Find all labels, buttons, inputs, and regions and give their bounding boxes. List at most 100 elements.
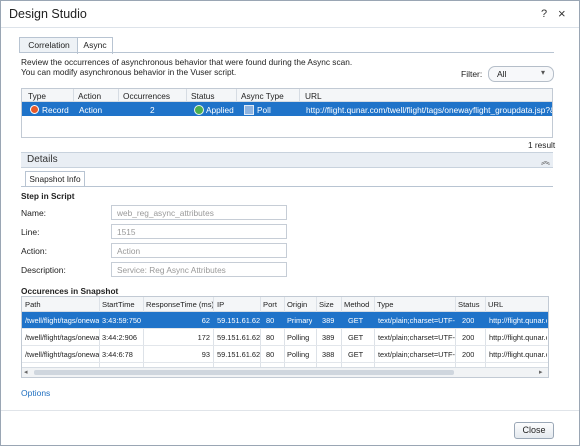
cell-type: text/plain;charset=UTF-8 <box>378 350 455 359</box>
cell-method: GET <box>348 316 364 325</box>
result-count: 1 result <box>528 140 556 150</box>
cell-method: GET <box>348 333 364 342</box>
cell-origin: Polling <box>287 333 310 342</box>
cell-ip: 59.151.61.62 <box>217 350 261 359</box>
window-title: Design Studio <box>9 7 87 21</box>
cell-url: http://flight.qunar.co <box>489 316 547 325</box>
line-value: 1515 <box>117 227 136 237</box>
description-value: Service: Reg Async Attributes <box>117 265 226 275</box>
action-label: Action: <box>21 246 47 256</box>
col-action[interactable]: Action <box>78 91 101 101</box>
record-icon <box>30 105 39 114</box>
col-method[interactable]: Method <box>344 300 369 309</box>
filter-select[interactable]: All ▾ <box>488 66 554 82</box>
cell-origin: Polling <box>287 350 310 359</box>
name-field[interactable]: web_reg_async_attributes <box>111 205 287 220</box>
row-action: Action <box>79 105 103 115</box>
cell-status: 200 <box>462 350 475 359</box>
table-row[interactable]: Record Action 2 Applied Poll http://flig… <box>22 102 552 116</box>
description-line-1: Review the occurrences of asynchronous b… <box>21 57 353 67</box>
check-icon <box>194 105 204 115</box>
cell-url: http://flight.qunar.co <box>489 350 547 359</box>
line-field[interactable]: 1515 <box>111 224 287 239</box>
tab-divider <box>19 52 554 53</box>
col-occurrences[interactable]: Occurrences <box>123 91 170 101</box>
cell-port: 80 <box>266 350 275 359</box>
row-occurrences: 2 <box>150 105 155 115</box>
cell-responsetime: 93 <box>201 350 210 359</box>
col-origin[interactable]: Origin <box>287 300 307 309</box>
cell-port: 80 <box>266 316 275 325</box>
cell-type: text/plain;charset=UTF-8 <box>378 333 455 342</box>
table-row[interactable]: /twell/flight/tags/oneway 3:44:2:906 172… <box>22 329 548 346</box>
cell-port: 80 <box>266 333 275 342</box>
horizontal-scrollbar[interactable]: ◂ ▸ <box>22 367 548 377</box>
row-url: http://flight.qunar.com/twell/flight/tag… <box>306 105 552 115</box>
col-async-type[interactable]: Async Type <box>241 91 284 101</box>
step-section-title: Step in Script <box>21 191 75 201</box>
cell-responsetime: 172 <box>197 333 210 342</box>
filter-label: Filter: <box>461 69 483 79</box>
col-size[interactable]: Size <box>319 300 334 309</box>
description-line-2: You can modify asynchronous behavior in … <box>21 67 237 77</box>
design-studio-window: Design Studio ? × Correlation Async Revi… <box>0 0 580 446</box>
cell-status: 200 <box>462 333 475 342</box>
cell-path: /twell/flight/tags/oneway <box>25 333 99 342</box>
row-type: Record <box>42 105 69 115</box>
col-path[interactable]: Path <box>25 300 41 309</box>
close-icon[interactable]: × <box>558 6 566 21</box>
async-table-header: Type Action Occurrences Status Async Typ… <box>22 89 552 102</box>
cell-starttime: 3:44:6:78 <box>102 350 133 359</box>
details-header[interactable]: Details ︽ <box>21 152 553 168</box>
tab-snapshot-info[interactable]: Snapshot Info <box>25 171 85 187</box>
col-status[interactable]: Status <box>458 300 480 309</box>
col-url[interactable]: URL <box>305 91 322 101</box>
footer-divider <box>1 410 579 411</box>
collapse-icon[interactable]: ︽ <box>541 154 550 167</box>
cell-origin: Primary <box>287 316 313 325</box>
action-field[interactable]: Action <box>111 243 287 258</box>
cell-size: 389 <box>322 333 335 342</box>
line-label: Line: <box>21 227 40 237</box>
description-label: Description: <box>21 265 66 275</box>
col-ip[interactable]: IP <box>217 300 224 309</box>
cell-responsetime: 62 <box>201 316 210 325</box>
table-row[interactable]: /twell/flight/tags/oneway 3:44:6:78 93 5… <box>22 346 548 363</box>
occurrences-table-header: Path StartTime ResponseTime (ms) IP Port… <box>22 297 548 312</box>
async-description: Review the occurrences of asynchronous b… <box>21 57 352 77</box>
scroll-right-icon[interactable]: ▸ <box>539 368 543 376</box>
action-value: Action <box>117 246 141 256</box>
row-status: Applied <box>206 105 234 115</box>
row-async-type: Poll <box>257 105 271 115</box>
description-field[interactable]: Service: Reg Async Attributes <box>111 262 287 277</box>
poll-icon <box>244 105 254 115</box>
cell-path: /twell/flight/tags/oneway <box>25 350 99 359</box>
cell-starttime: 3:43:59:750 <box>102 316 142 325</box>
close-button[interactable]: Close <box>514 422 554 439</box>
col-starttime[interactable]: StartTime <box>102 300 135 309</box>
col-port[interactable]: Port <box>263 300 277 309</box>
col-status[interactable]: Status <box>191 91 215 101</box>
cell-ip: 59.151.61.62 <box>217 316 261 325</box>
help-icon[interactable]: ? <box>541 8 547 20</box>
scroll-left-icon[interactable]: ◂ <box>24 368 28 376</box>
scrollbar-thumb[interactable] <box>34 370 454 375</box>
title-bar: Design Studio ? × <box>1 1 579 28</box>
tab-correlation[interactable]: Correlation <box>19 37 79 53</box>
details-label: Details <box>27 154 58 165</box>
chevron-down-icon: ▾ <box>541 68 546 77</box>
cell-status: 200 <box>462 316 475 325</box>
table-row[interactable]: /twell/flight/tags/oneway 3:43:59:750 62… <box>22 312 548 329</box>
col-url[interactable]: URL <box>488 300 503 309</box>
async-table: Type Action Occurrences Status Async Typ… <box>21 88 553 138</box>
col-responsetime[interactable]: ResponseTime (ms) <box>146 300 214 309</box>
cell-method: GET <box>348 350 364 359</box>
col-type[interactable]: Type <box>28 91 46 101</box>
cell-type: text/plain;charset=UTF-8 <box>378 316 455 325</box>
col-type[interactable]: Type <box>377 300 393 309</box>
subtab-divider <box>21 186 553 187</box>
filter-value: All <box>497 69 507 79</box>
cell-size: 388 <box>322 350 335 359</box>
options-link[interactable]: Options <box>21 388 50 398</box>
cell-path: /twell/flight/tags/oneway <box>25 316 99 325</box>
